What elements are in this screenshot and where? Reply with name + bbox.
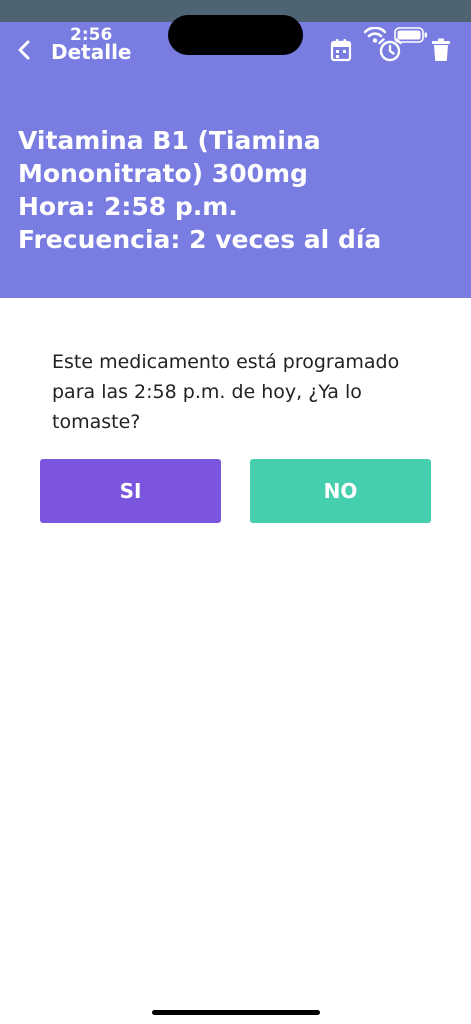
page-title: Detalle bbox=[51, 40, 132, 64]
medication-time: Hora: 2:58 p.m. bbox=[18, 192, 238, 221]
alarm-button[interactable] bbox=[377, 37, 403, 67]
question-text: Este medicamento está programado para la… bbox=[52, 351, 400, 433]
home-indicator[interactable] bbox=[152, 1010, 320, 1015]
delete-button[interactable] bbox=[428, 38, 454, 66]
calendar-icon bbox=[330, 38, 352, 66]
dynamic-island bbox=[168, 15, 303, 55]
medication-frequency: Frecuencia: 2 veces al día bbox=[18, 225, 382, 254]
yes-button[interactable]: SI bbox=[40, 459, 221, 523]
alarm-clock-icon bbox=[377, 37, 403, 67]
medication-name-line2: Mononitrato) 300mg bbox=[18, 159, 308, 188]
back-button[interactable] bbox=[12, 38, 36, 66]
trash-icon bbox=[431, 38, 451, 66]
no-button[interactable]: NO bbox=[250, 459, 431, 523]
chevron-left-icon bbox=[16, 39, 32, 65]
medication-name-line1: Vitamina B1 (Tiamina bbox=[18, 126, 321, 155]
calendar-button[interactable] bbox=[328, 39, 354, 65]
medication-details: Vitamina B1 (Tiamina Mononitrato) 300mg … bbox=[18, 124, 458, 256]
